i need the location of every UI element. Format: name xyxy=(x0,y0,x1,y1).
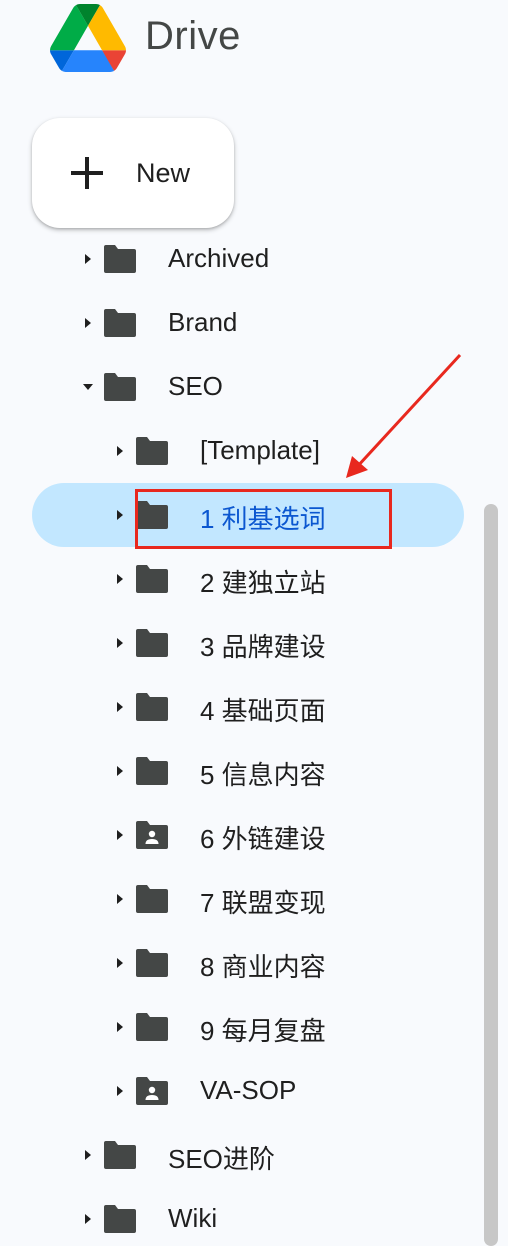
tree-item[interactable]: 5 信息内容 xyxy=(0,741,480,801)
tree-item-label: 4 基础页面 xyxy=(200,696,326,726)
header: Drive xyxy=(0,0,508,100)
folder-icon xyxy=(136,693,168,721)
folder-icon xyxy=(104,245,136,273)
tree-item[interactable]: 9 每月复盘 xyxy=(0,997,480,1057)
caret-right-icon[interactable] xyxy=(114,829,126,841)
tree-item-label: 9 每月复盘 xyxy=(200,1016,326,1046)
caret-right-icon[interactable] xyxy=(82,317,94,329)
tree-item[interactable]: 3 品牌建设 xyxy=(0,613,480,673)
tree-item[interactable]: 4 基础页面 xyxy=(0,677,480,737)
shared-folder-icon xyxy=(136,1077,168,1105)
folder-icon xyxy=(136,949,168,977)
folder-icon xyxy=(136,629,168,657)
tree-item[interactable]: 7 联盟变现 xyxy=(0,869,480,929)
tree-item-label: 2 建独立站 xyxy=(200,568,326,598)
drive-logo-icon[interactable] xyxy=(50,4,126,72)
folder-icon xyxy=(136,757,168,785)
caret-right-icon[interactable] xyxy=(114,765,126,777)
folder-icon xyxy=(136,437,168,465)
tree-item-label: 8 商业内容 xyxy=(200,952,326,982)
app-title: Drive xyxy=(145,14,241,58)
folder-icon xyxy=(136,885,168,913)
caret-right-icon[interactable] xyxy=(114,957,126,969)
tree-item[interactable]: Archived xyxy=(0,235,480,289)
new-button-label: New xyxy=(136,158,191,188)
caret-right-icon[interactable] xyxy=(114,701,126,713)
tree-item-label: 3 品牌建设 xyxy=(200,632,326,662)
folder-icon xyxy=(104,1205,136,1233)
tree-item-label: 7 联盟变现 xyxy=(200,888,326,918)
tree-item-label: [Template] xyxy=(200,435,320,465)
new-button[interactable]: New xyxy=(32,118,234,228)
tree-item[interactable]: 2 建独立站 xyxy=(0,549,480,609)
shared-folder-icon xyxy=(136,821,168,849)
plus-icon xyxy=(71,157,103,189)
annotation-highlight-box xyxy=(135,489,392,549)
tree-item[interactable]: 8 商业内容 xyxy=(0,933,480,993)
tree-item[interactable]: SEO进阶 xyxy=(0,1125,480,1185)
folder-icon xyxy=(136,1013,168,1041)
caret-right-icon[interactable] xyxy=(114,1021,126,1033)
folder-icon xyxy=(104,1141,136,1169)
tree-item-label: Wiki xyxy=(168,1203,218,1233)
tree-item[interactable]: Brand xyxy=(0,293,480,353)
tree-item-label: VA-SOP xyxy=(200,1075,297,1105)
caret-right-icon[interactable] xyxy=(114,509,126,521)
caret-right-icon[interactable] xyxy=(114,445,126,457)
tree-item[interactable]: 6 外链建设 xyxy=(0,805,480,865)
caret-right-icon[interactable] xyxy=(82,253,94,265)
tree-item-label: 5 信息内容 xyxy=(200,760,326,790)
tree-item-label: SEO进阶 xyxy=(168,1144,275,1174)
tree-item[interactable]: VA-SOP xyxy=(0,1061,480,1121)
caret-right-icon[interactable] xyxy=(82,1213,94,1225)
caret-right-icon[interactable] xyxy=(114,1085,126,1097)
tree-item-label: 6 外链建设 xyxy=(200,824,326,854)
caret-right-icon[interactable] xyxy=(82,1149,94,1161)
tree-item-label: SEO xyxy=(168,371,223,401)
tree-item[interactable]: Wiki xyxy=(0,1189,480,1246)
folder-icon xyxy=(104,373,136,401)
caret-right-icon[interactable] xyxy=(114,573,126,585)
folder-icon xyxy=(104,309,136,337)
caret-right-icon[interactable] xyxy=(114,637,126,649)
annotation-arrow-icon xyxy=(346,353,462,478)
folder-icon xyxy=(136,565,168,593)
tree-item-label: Brand xyxy=(168,307,238,337)
caret-down-icon[interactable] xyxy=(82,381,94,393)
caret-right-icon[interactable] xyxy=(114,893,126,905)
tree-item-label: Archived xyxy=(168,243,270,273)
scrollbar-thumb[interactable] xyxy=(484,504,498,1246)
